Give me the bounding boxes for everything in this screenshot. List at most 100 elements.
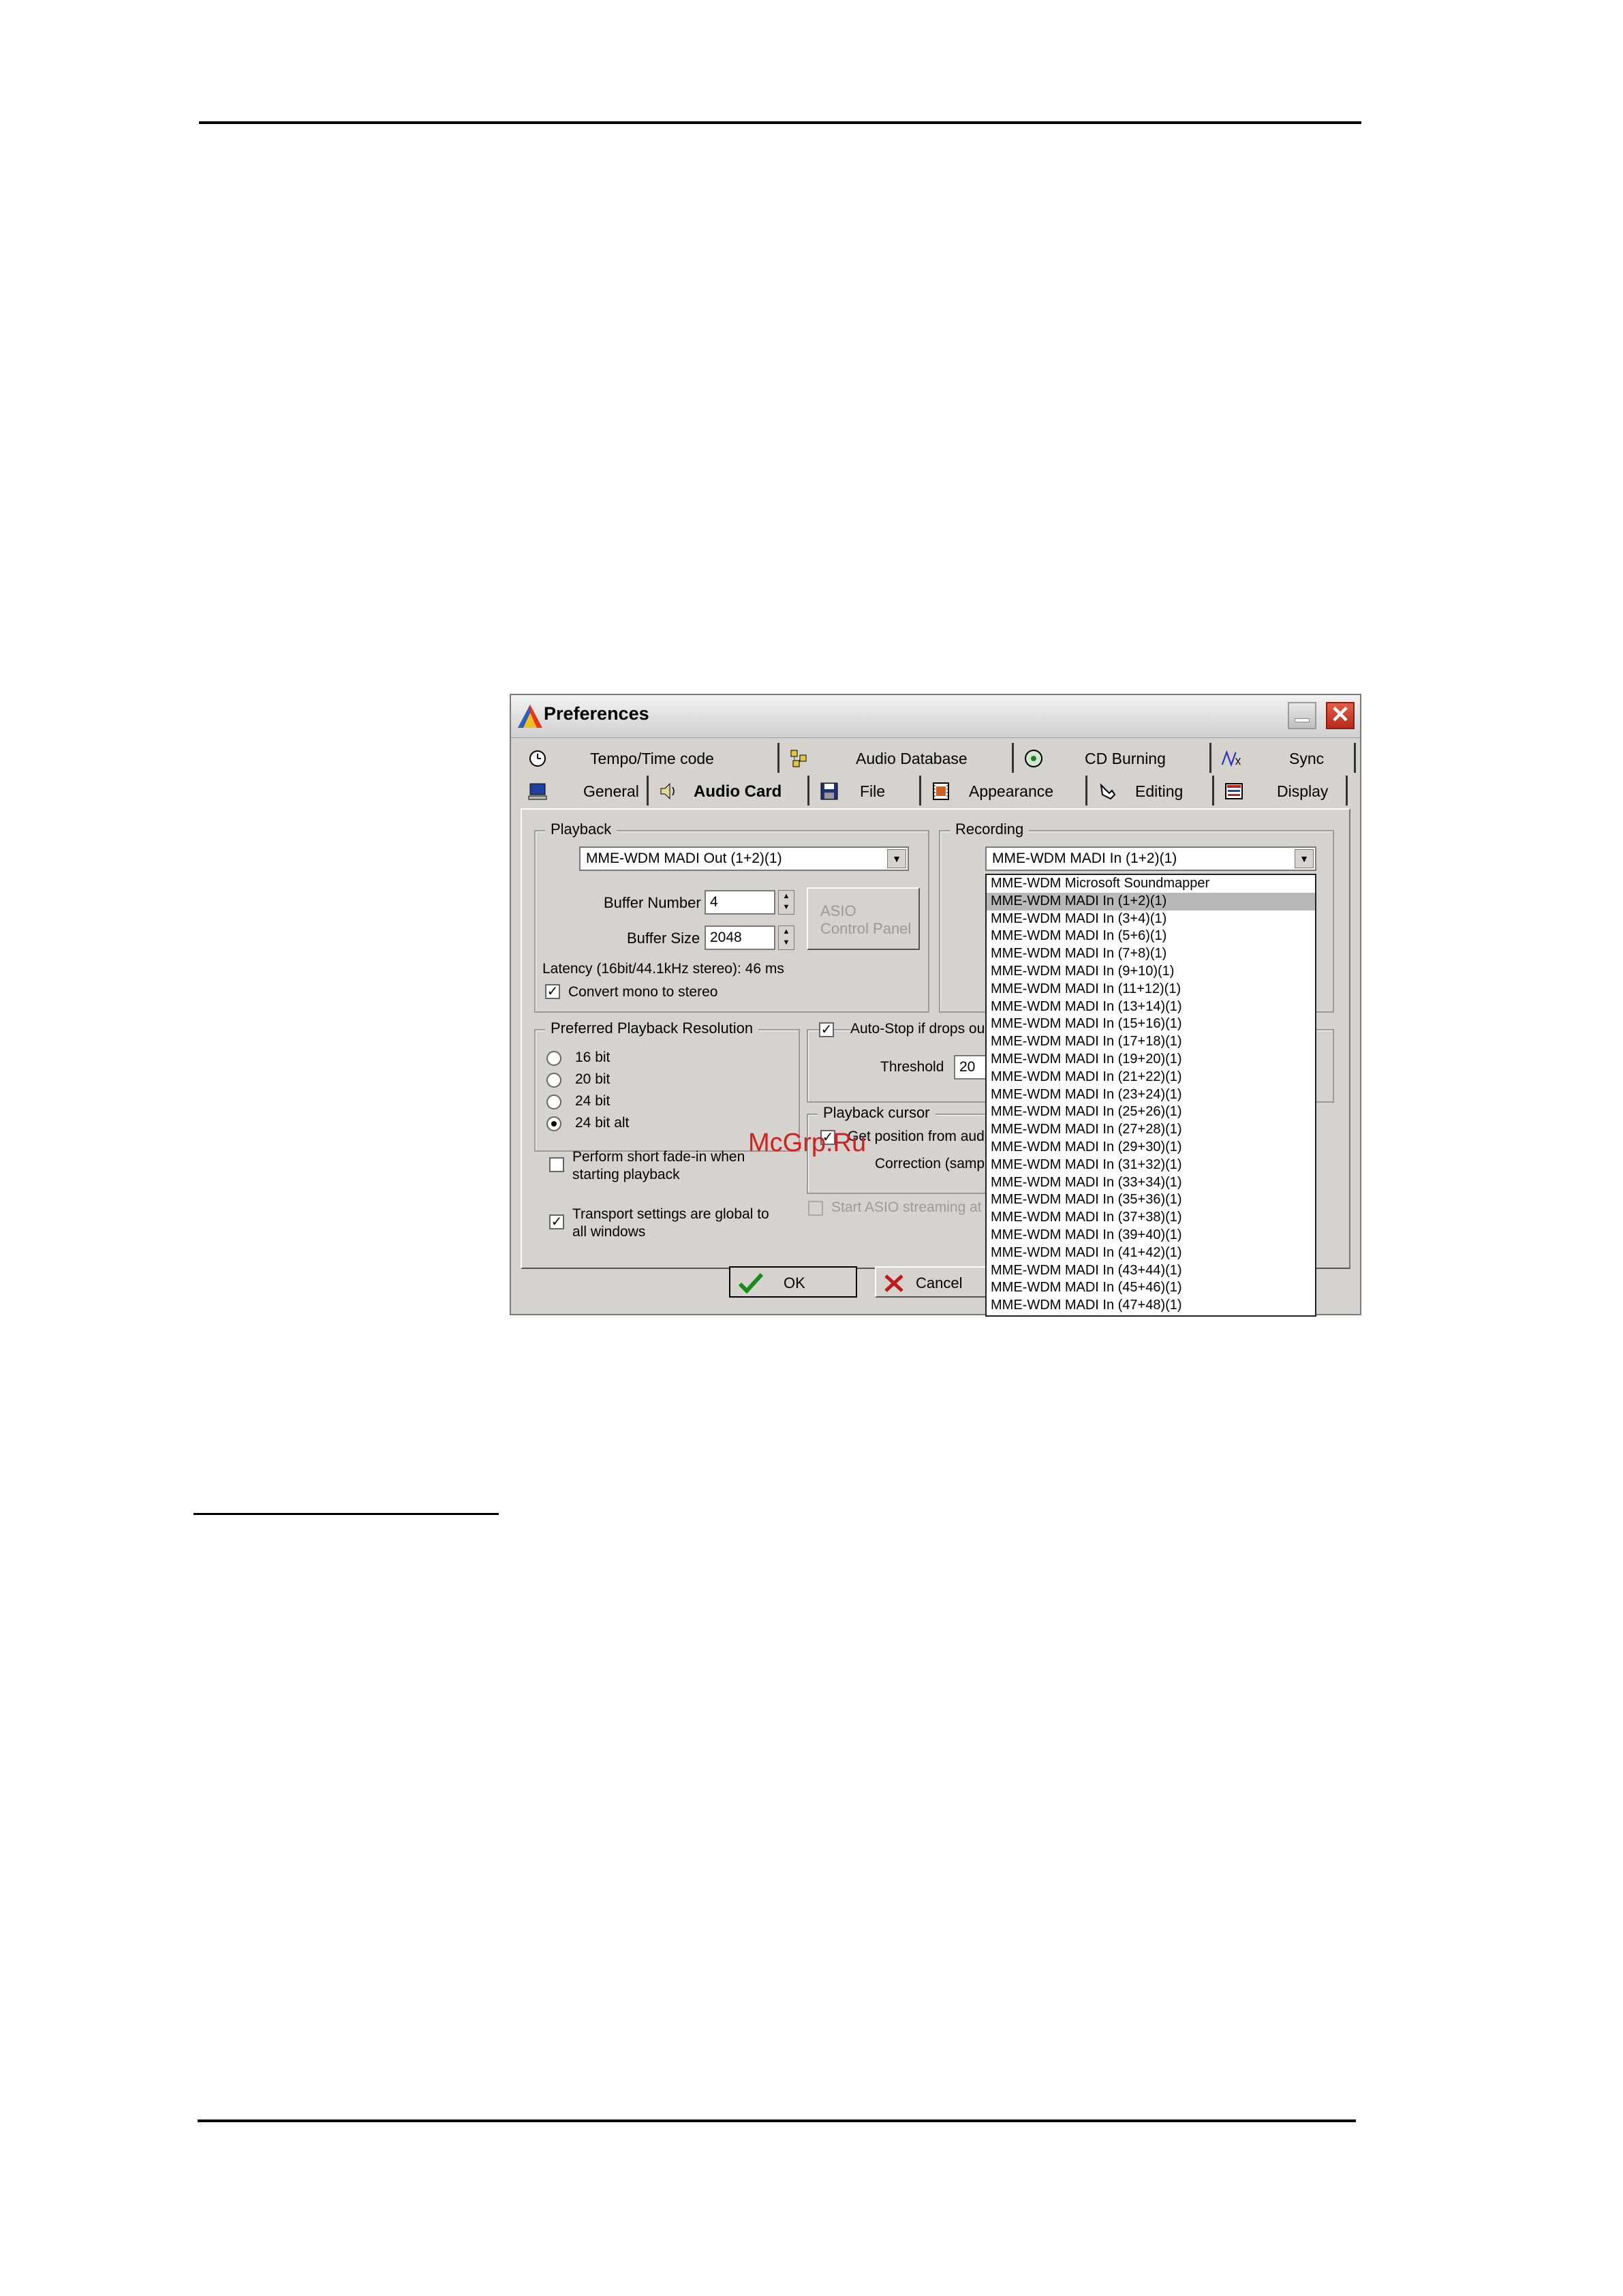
tab-label: Display	[1277, 782, 1329, 800]
tab-sync[interactable]: Sync	[1211, 743, 1356, 773]
asio-label: ASIO	[820, 902, 856, 919]
minimize-button[interactable]	[1288, 702, 1316, 729]
dropdown-option[interactable]: MME-WDM Microsoft Soundmapper	[987, 875, 1315, 893]
dropdown-option[interactable]: MME-WDM MADI In (23+24)(1)	[987, 1086, 1315, 1104]
buffer-number-label: Buffer Number	[604, 894, 701, 911]
transport-global-label-2: all windows	[572, 1224, 646, 1240]
dropdown-option[interactable]: MME-WDM MADI In (1+2)(1)	[987, 892, 1315, 910]
buffer-number-input[interactable]: 4	[705, 890, 775, 915]
clock-icon	[529, 750, 546, 767]
dropdown-option[interactable]: MME-WDM MADI In (39+40)(1)	[987, 1227, 1315, 1244]
tab-file[interactable]: File	[809, 776, 921, 806]
dropdown-option[interactable]: MME-WDM MADI In (33+34)(1)	[987, 1174, 1315, 1192]
short-fade-in-label-2: starting playback	[572, 1167, 680, 1182]
dialog-title: Preferences	[544, 703, 649, 724]
speaker-icon	[660, 782, 675, 800]
auto-stop-label: Auto-Stop if drops ou	[850, 1021, 988, 1037]
short-fade-in-checkbox[interactable]	[549, 1157, 564, 1172]
radio-24-bit-alt[interactable]	[546, 1116, 561, 1131]
dropdown-option[interactable]: MME-WDM MADI In (41+42)(1)	[987, 1244, 1315, 1262]
tab-label: File	[860, 782, 886, 800]
auto-stop-checkbox[interactable]: ✓	[819, 1022, 834, 1037]
tab-audio-database[interactable]: Audio Database	[779, 743, 1014, 773]
page-top-rule	[199, 121, 1361, 124]
ok-button[interactable]: OK	[729, 1266, 857, 1298]
dropdown-option[interactable]: MME-WDM MADI In (45+46)(1)	[987, 1279, 1315, 1297]
playback-device-combo[interactable]: MME-WDM MADI Out (1+2)(1) ▼	[579, 846, 909, 871]
cancel-button[interactable]: Cancel	[875, 1266, 1003, 1298]
transport-global-checkbox[interactable]: ✓	[549, 1214, 564, 1229]
dropdown-option[interactable]: MME-WDM MADI In (21+22)(1)	[987, 1069, 1315, 1086]
convert-mono-checkbox[interactable]: ✓	[545, 984, 560, 999]
dropdown-option[interactable]: MME-WDM MADI In (9+10)(1)	[987, 963, 1315, 981]
start-asio-streaming-checkbox[interactable]	[808, 1201, 823, 1216]
radio-24-bit-label: 24 bit	[575, 1093, 610, 1109]
watermark-text: McGrp.Ru	[748, 1129, 867, 1157]
dropdown-option[interactable]: MME-WDM MADI In (43+44)(1)	[987, 1262, 1315, 1280]
page-footnote-rule	[194, 1513, 499, 1515]
chevron-down-icon[interactable]: ▼	[887, 849, 906, 868]
dropdown-option[interactable]: MME-WDM MADI In (31+32)(1)	[987, 1157, 1315, 1174]
recording-device-value: MME-WDM MADI In (1+2)(1)	[992, 851, 1177, 866]
correction-label: Correction (sampl	[875, 1156, 988, 1172]
dropdown-option[interactable]: MME-WDM MADI In (19+20)(1)	[987, 1051, 1315, 1069]
dropdown-option[interactable]: MME-WDM MADI In (17+18)(1)	[987, 1033, 1315, 1051]
tab-audio-card[interactable]: Audio Card	[649, 776, 809, 806]
dropdown-option[interactable]: MME-WDM MADI In (25+26)(1)	[987, 1103, 1315, 1121]
radio-20-bit[interactable]	[546, 1073, 561, 1088]
recording-device-combo[interactable]: MME-WDM MADI In (1+2)(1) ▼	[985, 846, 1316, 871]
buffer-size-spinner[interactable]: ▲ ▼	[778, 925, 794, 950]
app-logo-icon	[518, 705, 542, 728]
dropdown-option[interactable]: MME-WDM MADI In (47+48)(1)	[987, 1297, 1315, 1315]
recording-device-dropdown-list: MME-WDM Microsoft Soundmapper MME-WDM MAD…	[985, 874, 1316, 1317]
database-icon	[790, 750, 807, 767]
buffer-number-spinner[interactable]: ▲ ▼	[778, 890, 794, 915]
tab-editing[interactable]: Editing	[1087, 776, 1214, 806]
convert-mono-label: Convert mono to stereo	[568, 984, 718, 1000]
floppy-icon	[820, 782, 838, 800]
tab-label: CD Burning	[1085, 750, 1166, 767]
get-position-label: Get position from audi	[848, 1129, 988, 1144]
tab-label: Audio Database	[856, 750, 968, 767]
dropdown-option[interactable]: MME-WDM MADI In (11+12)(1)	[987, 981, 1315, 998]
playback-group-title: Playback	[545, 821, 617, 838]
short-fade-in-label-1: Perform short fade-in when	[572, 1149, 745, 1165]
dialog-titlebar[interactable]: Preferences ✕	[511, 695, 1360, 738]
tab-general[interactable]: General	[518, 776, 649, 806]
chevron-down-icon[interactable]: ▼	[1295, 849, 1314, 868]
dropdown-option[interactable]: MME-WDM MADI In (5+6)(1)	[987, 928, 1315, 945]
resolution-group-title: Preferred Playback Resolution	[545, 1020, 759, 1037]
computer-icon	[528, 783, 547, 800]
buffer-size-label: Buffer Size	[627, 930, 700, 947]
dropdown-option[interactable]: MME-WDM MADI In (15+16)(1)	[987, 1015, 1315, 1033]
asio-control-panel-button[interactable]: ASIO Control Panel	[807, 887, 920, 950]
dropdown-option[interactable]: MME-WDM MADI In (29+30)(1)	[987, 1139, 1315, 1157]
latency-text: Latency (16bit/44.1kHz stereo): 46 ms	[542, 961, 784, 977]
radio-16-bit-label: 16 bit	[575, 1050, 610, 1065]
dropdown-option[interactable]: MME-WDM MADI In (37+38)(1)	[987, 1209, 1315, 1227]
threshold-label: Threshold	[880, 1059, 944, 1075]
radio-24-bit[interactable]	[546, 1095, 561, 1109]
start-asio-streaming-label: Start ASIO streaming at	[831, 1199, 982, 1215]
buffer-size-input[interactable]: 2048	[705, 925, 775, 950]
dropdown-option[interactable]: MME-WDM MADI In (27+28)(1)	[987, 1121, 1315, 1139]
dropdown-option[interactable]: MME-WDM MADI In (35+36)(1)	[987, 1191, 1315, 1209]
radio-16-bit[interactable]	[546, 1051, 561, 1066]
ok-label: OK	[784, 1274, 805, 1291]
tab-tempo-time-code[interactable]: Tempo/Time code	[518, 743, 779, 773]
tab-label: Sync	[1289, 750, 1325, 767]
tab-appearance[interactable]: Appearance	[921, 776, 1087, 806]
close-button[interactable]: ✕	[1326, 702, 1355, 729]
display-icon	[1225, 783, 1243, 799]
dropdown-option[interactable]: MME-WDM MADI In (7+8)(1)	[987, 945, 1315, 963]
dropdown-option[interactable]: MME-WDM MADI In (3+4)(1)	[987, 910, 1315, 928]
tab-row-bottom: General Audio Card File Appearance Editi…	[518, 776, 1353, 807]
tab-label: Audio Card	[694, 782, 782, 801]
radio-24-bit-alt-label: 24 bit alt	[575, 1115, 630, 1131]
close-icon: ✕	[1330, 702, 1350, 728]
tab-display[interactable]: Display	[1214, 776, 1348, 806]
hand-icon	[1100, 783, 1116, 800]
tab-cd-burning[interactable]: CD Burning	[1014, 743, 1211, 773]
dropdown-option[interactable]: MME-WDM MADI In (13+14)(1)	[987, 998, 1315, 1016]
control-panel-label: Control Panel	[820, 920, 912, 937]
